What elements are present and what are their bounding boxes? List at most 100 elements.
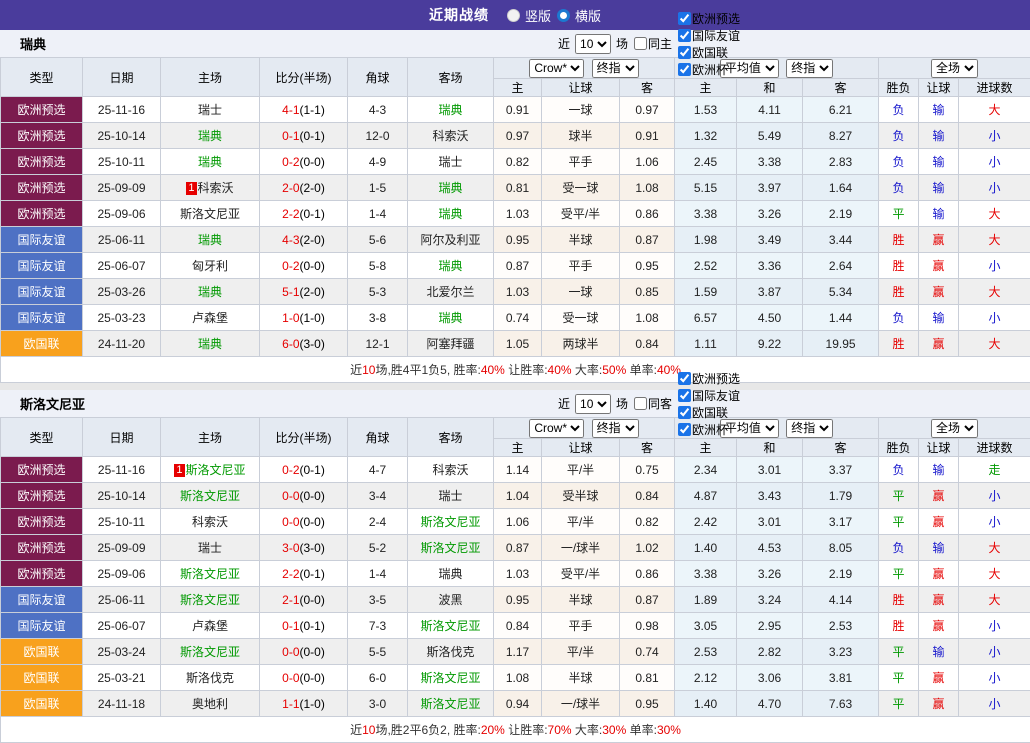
away-team: 斯洛文尼亚 [408,691,494,717]
home-team: 斯洛文尼亚 [161,587,260,613]
result-cell: 平 [879,665,919,691]
avg-final-select[interactable]: 终指 [786,419,833,438]
match-row: 欧洲预选25-09-06斯洛文尼亚2-2(0-1)1-4瑞典1.03受平/半0.… [1,561,1030,587]
odds-home: 0.74 [494,305,542,331]
score: 0-1(0-1) [260,123,348,149]
avg-away: 2.53 [803,613,879,639]
match-date: 25-09-06 [83,561,161,587]
home-team: 瑞典 [161,149,260,175]
match-type: 国际友谊 [1,613,83,639]
odds-away: 0.97 [620,97,675,123]
col-odds-away: 客 [620,439,675,457]
page-title: 近期战绩 [429,5,489,25]
col-date: 日期 [83,418,161,457]
same-side-checkbox[interactable] [634,397,647,410]
same-side-label: 同主 [648,35,672,52]
competition-filter[interactable]: 欧洲杯 [675,61,740,78]
avg-home: 2.34 [675,457,737,483]
goals-result-cell: 小 [959,691,1030,717]
score: 0-0(0-0) [260,483,348,509]
away-team: 瑞士 [408,149,494,175]
odds-handicap: 受半球 [542,483,620,509]
col-home: 主场 [161,418,260,457]
match-type: 国际友谊 [1,305,83,331]
result-cell: 负 [879,149,919,175]
avg-draw: 3.26 [737,201,803,227]
competition-checkbox[interactable] [678,12,691,25]
handicap-result-cell: 输 [919,639,959,665]
competition-filter[interactable]: 国际友谊 [675,27,740,44]
summary-part: 30% [657,723,681,737]
competition-checkbox[interactable] [678,372,691,385]
handicap-result-cell: 输 [919,149,959,175]
odds-away: 0.81 [620,665,675,691]
recent-count-select[interactable]: 10 [575,34,611,54]
result-cell: 平 [879,201,919,227]
odds-home: 1.03 [494,201,542,227]
odds-group-header: Crow* 终指 [494,418,675,439]
summary-part: 30% [602,723,626,737]
competition-checkbox[interactable] [678,46,691,59]
competition-filter[interactable]: 欧国联 [675,404,740,421]
competition-checkbox[interactable] [678,389,691,402]
result-cell: 平 [879,691,919,717]
odds-company-select[interactable]: Crow* [529,59,584,78]
match-row: 欧洲预选25-09-09瑞士3-0(3-0)5-2斯洛文尼亚0.87一/球半1.… [1,535,1030,561]
competition-checkbox[interactable] [678,406,691,419]
same-side-filter[interactable]: 同客 [631,395,672,412]
results-table: 类型 日期 主场 比分(半场) 角球 客场 Crow* 终指 平均值 终指 [0,57,1030,383]
avg-home: 2.45 [675,149,737,175]
summary-part: 近 [350,363,362,377]
competition-filter[interactable]: 国际友谊 [675,387,740,404]
recent-count-select[interactable]: 10 [575,394,611,414]
competition-checkbox[interactable] [678,423,691,436]
competition-checkbox[interactable] [678,29,691,42]
away-team: 瑞典 [408,97,494,123]
games-label: 场 [616,35,628,52]
radio-selected-icon[interactable] [507,9,520,22]
radio-unselected-icon[interactable] [557,9,570,22]
competition-filter[interactable]: 欧洲预选 [675,10,740,27]
odds-home: 1.03 [494,279,542,305]
home-team: 瑞典 [161,331,260,357]
corner-score: 2-4 [348,509,408,535]
match-type: 欧洲预选 [1,561,83,587]
avg-draw: 3.97 [737,175,803,201]
col-goals: 进球数 [959,439,1030,457]
fulltime-select[interactable]: 全场 [931,59,978,78]
competition-filter[interactable]: 欧洲杯 [675,421,740,438]
summary-part: 40% [548,363,572,377]
odds-home: 0.95 [494,587,542,613]
odds-final-select[interactable]: 终指 [592,419,639,438]
radio-horizontal[interactable]: 横版 [557,6,601,25]
col-avg-home: 主 [675,79,737,97]
score: 0-0(0-0) [260,509,348,535]
col-odds-home: 主 [494,79,542,97]
avg-away: 1.44 [803,305,879,331]
avg-draw: 4.53 [737,535,803,561]
odds-handicap: 两球半 [542,331,620,357]
odds-company-select[interactable]: Crow* [529,419,584,438]
avg-draw: 4.50 [737,305,803,331]
avg-final-select[interactable]: 终指 [786,59,833,78]
competition-label: 国际友谊 [692,27,740,44]
radio-vertical[interactable]: 竖版 [507,6,551,25]
odds-away: 0.82 [620,509,675,535]
match-date: 25-03-24 [83,639,161,665]
goals-result-cell: 大 [959,201,1030,227]
competition-filter[interactable]: 欧国联 [675,44,740,61]
competition-filter[interactable]: 欧洲预选 [675,370,740,387]
corner-score: 7-3 [348,613,408,639]
avg-away: 6.21 [803,97,879,123]
away-team: 瑞士 [408,483,494,509]
odds-final-select[interactable]: 终指 [592,59,639,78]
summary-part: 单率: [626,363,657,377]
same-side-checkbox[interactable] [634,37,647,50]
fulltime-select[interactable]: 全场 [931,419,978,438]
match-row: 欧洲预选25-10-14斯洛文尼亚0-0(0-0)3-4瑞士1.04受半球0.8… [1,483,1030,509]
same-side-filter[interactable]: 同主 [631,35,672,52]
odds-home: 1.05 [494,331,542,357]
sections-container: 瑞典 近 10 场 同主 欧洲预选国际友谊欧国联欧洲杯 [0,30,1030,743]
match-type: 欧洲预选 [1,483,83,509]
competition-checkbox[interactable] [678,63,691,76]
